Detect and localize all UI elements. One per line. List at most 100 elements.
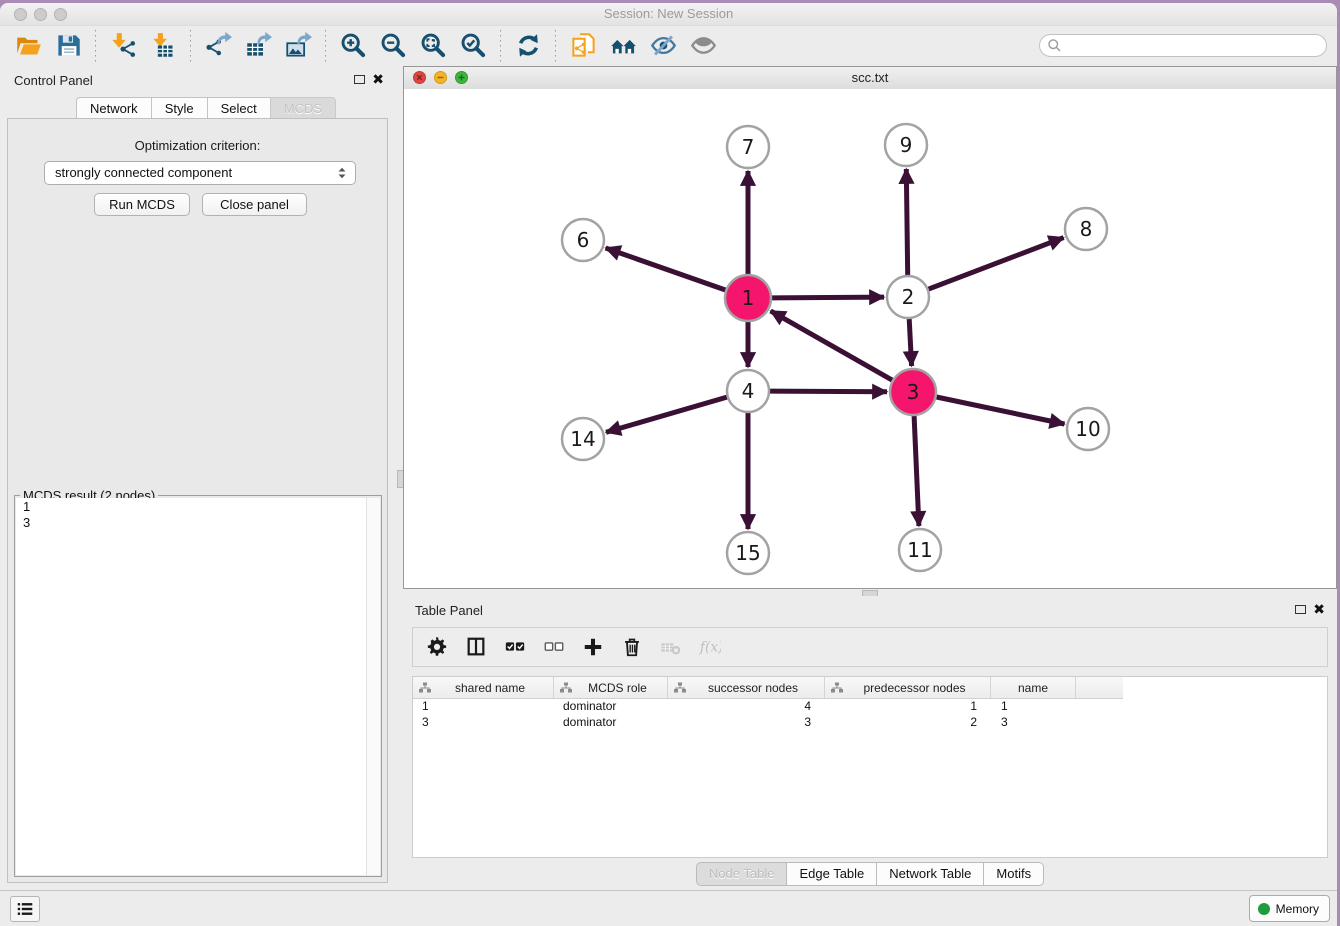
zoom-selected-icon[interactable] [453,29,493,63]
svg-text:7: 7 [742,135,755,159]
delete-column-icon[interactable] [620,635,644,659]
tab-edge-table[interactable]: Edge Table [786,862,877,886]
float-table-panel-icon[interactable] [1295,605,1306,614]
deselect-all-icon[interactable] [542,635,566,659]
tab-node-table[interactable]: Node Table [696,862,788,886]
column-header-name[interactable]: name [991,677,1076,698]
search-icon [1046,37,1063,54]
table-cell[interactable]: dominator [554,714,668,730]
column-header-successor-nodes[interactable]: successor nodes [668,677,825,698]
close-panel-icon[interactable]: ✖ [372,73,384,85]
toolbar-separator [325,30,326,62]
mcds-panel: Optimization criterion: strongly connect… [7,118,388,883]
graph-node-6[interactable]: 6 [562,219,604,261]
mcds-result-scrollbar[interactable] [366,498,380,875]
table-row[interactable]: 1dominator411 [413,698,1327,714]
table-cell[interactable]: dominator [554,698,668,714]
table-cell[interactable]: 1 [413,698,554,714]
table-cell[interactable]: 3 [991,714,1076,730]
column-header-predecessor-nodes[interactable]: predecessor nodes [825,677,991,698]
panel-list-button[interactable] [10,896,40,922]
close-table-panel-icon[interactable]: ✖ [1313,603,1325,615]
graph-node-7[interactable]: 7 [727,126,769,168]
control-panel-title: Control Panel [14,73,93,88]
svg-text:8: 8 [1080,217,1093,241]
graph-node-14[interactable]: 14 [562,418,604,460]
column-tree-icon [419,682,431,693]
column-header-MCDS-role[interactable]: MCDS role [554,677,668,698]
toolbar-separator [555,30,556,62]
zoom-fit-icon[interactable] [413,29,453,63]
table-cell[interactable]: 3 [413,714,554,730]
zoom-in-icon[interactable] [333,29,373,63]
graph-node-10[interactable]: 10 [1067,408,1109,450]
graph-node-9[interactable]: 9 [885,124,927,166]
float-panel-icon[interactable] [354,75,365,84]
hide-selected-icon[interactable] [643,29,683,63]
close-panel-button[interactable]: Close panel [202,193,307,216]
graph-edge-4-14[interactable] [606,397,727,432]
tab-motifs[interactable]: Motifs [983,862,1044,886]
select-all-icon[interactable] [503,635,527,659]
show-all-icon[interactable] [683,29,723,63]
svg-text:15: 15 [735,541,760,565]
graph-edge-3-11[interactable] [914,416,919,526]
run-mcds-button[interactable]: Run MCDS [94,193,190,216]
table-cell[interactable]: 1 [825,698,991,714]
graph-edge-2-3[interactable] [909,319,911,366]
export-image-icon[interactable] [278,29,318,63]
svg-text:9: 9 [900,133,913,157]
import-table-icon[interactable] [143,29,183,63]
open-session-icon[interactable] [8,29,48,63]
graph-edge-4-3[interactable] [770,391,887,392]
apply-layout-icon[interactable] [508,29,548,63]
first-neighbors-icon[interactable] [603,29,643,63]
export-network-icon[interactable] [198,29,238,63]
vertical-splitter[interactable] [396,66,403,890]
node-table: shared nameMCDS rolesuccessor nodesprede… [412,676,1328,858]
tab-network-table[interactable]: Network Table [876,862,984,886]
graph-node-1[interactable]: 1 [725,275,771,321]
table-cell[interactable]: 2 [825,714,991,730]
graph-node-3[interactable]: 3 [890,369,936,415]
table-row[interactable]: 3dominator323 [413,714,1327,730]
workspace: Control Panel ✖ NetworkStyleSelectMCDS O… [0,66,1337,890]
table-cell[interactable]: 4 [668,698,825,714]
network-canvas[interactable]: 7 9 6 8 1 2 4 3 14 10 15 11 [404,89,1336,588]
export-table-icon[interactable] [238,29,278,63]
search-input[interactable] [1039,34,1327,57]
graph-edge-3-10[interactable] [937,397,1065,424]
column-header-shared-name[interactable]: shared name [413,677,554,698]
toolbar-separator [190,30,191,62]
table-settings-icon[interactable] [425,635,449,659]
svg-text:10: 10 [1075,417,1100,441]
memory-button[interactable]: Memory [1249,895,1330,922]
criterion-dropdown[interactable]: strongly connected component [44,161,356,185]
graph-node-2[interactable]: 2 [887,276,929,318]
panel-layout-icon[interactable] [464,635,488,659]
duplicate-network-icon[interactable] [563,29,603,63]
save-session-icon[interactable] [48,29,88,63]
graph-node-15[interactable]: 15 [727,532,769,574]
table-cell[interactable]: 3 [668,714,825,730]
graph-node-11[interactable]: 11 [899,529,941,571]
memory-label: Memory [1276,902,1319,916]
list-icon [15,899,35,919]
horizontal-splitter[interactable] [403,589,1337,596]
graph-edge-2-8[interactable] [929,238,1064,290]
graph-edge-2-9[interactable] [906,169,907,275]
graph-edge-3-1[interactable] [771,311,893,380]
mcds-result-list[interactable]: 1 3 [16,498,380,875]
graph-node-4[interactable]: 4 [727,370,769,412]
graph-node-8[interactable]: 8 [1065,208,1107,250]
add-column-icon[interactable] [581,635,605,659]
svg-text:14: 14 [570,427,595,451]
graph-edge-1-6[interactable] [606,248,726,290]
criterion-value: strongly connected component [55,165,232,180]
svg-text:f(x): f(x) [699,640,721,656]
table-cell[interactable]: 1 [991,698,1076,714]
search-field [1039,34,1327,57]
import-network-icon[interactable] [103,29,143,63]
graph-edge-1-2[interactable] [772,297,884,298]
zoom-out-icon[interactable] [373,29,413,63]
